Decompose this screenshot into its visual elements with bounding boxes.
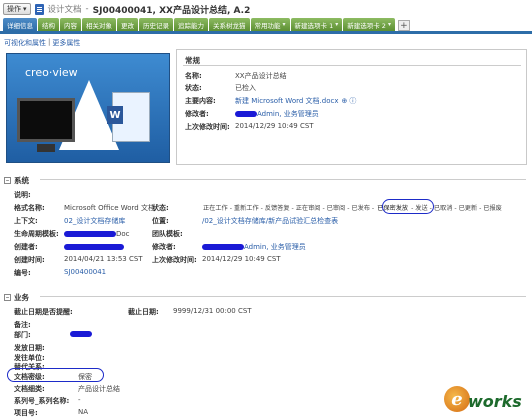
chevron-down-icon: ▾ xyxy=(23,5,27,13)
creo-view-logo: creo·view xyxy=(25,66,78,79)
collapse-icon[interactable]: – xyxy=(4,177,11,184)
business-title: 业务 xyxy=(14,293,29,302)
state-label: 状态: xyxy=(152,204,169,212)
system-modifier-value[interactable]: Admin, 业务管理员 xyxy=(244,242,306,252)
created-label: 创建时间: xyxy=(14,256,45,264)
format-value: Microsoft Office Word 文档 xyxy=(64,204,155,212)
lifecycle-value: Doc xyxy=(116,230,130,238)
name-value: XX产品设计总结 xyxy=(235,72,287,80)
system-last-modified-value: 2014/12/29 10:49 CST xyxy=(202,255,281,263)
word-document-icon xyxy=(34,3,44,15)
last-modified-label: 上次修改时间: xyxy=(185,123,230,131)
business-section-header[interactable]: – 业务 xyxy=(4,292,29,303)
deadline-label: 截止日期: xyxy=(128,308,159,316)
last-modified-value: 2014/12/29 10:49 CST xyxy=(235,122,314,130)
context-label: 上下文: xyxy=(14,217,38,225)
monitor-graphic xyxy=(17,98,75,142)
number-label: 编号: xyxy=(14,269,31,277)
context-link[interactable]: 02_设计文档存储库 xyxy=(64,216,125,226)
visualization-attributes-link[interactable]: 可视化和属性 xyxy=(4,38,46,48)
divider xyxy=(40,179,526,180)
number-value: SJ00400041 xyxy=(64,268,107,276)
modifier-label: 修改者: xyxy=(185,110,209,118)
modifier-value[interactable]: Admin, 业务管理员 xyxy=(257,109,319,119)
tab-new-2[interactable]: 新建选项卡 2 ▾ xyxy=(343,18,395,31)
highlight-oval xyxy=(7,368,104,382)
project-value: NA xyxy=(78,408,89,416)
object-type: 设计文档 xyxy=(47,5,82,15)
e-works-watermark: e works xyxy=(444,386,528,416)
watermark-text: works xyxy=(468,392,522,411)
chevron-down-icon: ▾ xyxy=(282,21,286,28)
tab-related-objects[interactable]: 相关对象 xyxy=(82,18,116,31)
more-attributes-link[interactable]: 更多属性 xyxy=(52,38,80,48)
word-badge-icon: W xyxy=(107,106,123,124)
divider xyxy=(40,296,526,297)
status-label: 状态: xyxy=(185,84,202,92)
creo-view-thumbnail[interactable]: creo·view W xyxy=(6,53,170,163)
system-section-header[interactable]: – 系统 xyxy=(4,175,29,186)
actions-label: 操作 xyxy=(7,5,21,13)
team-template-label: 团队模板: xyxy=(152,230,183,238)
status-value: 已检入 xyxy=(235,84,256,92)
tab-traceability[interactable]: 追踪能力 xyxy=(174,18,208,31)
tab-common-functions[interactable]: 常用功能 ▾ xyxy=(250,18,290,31)
created-value: 2014/04/21 13:53 CST xyxy=(64,255,143,263)
page-title: SJ00400041, XX产品设计总结, A.2 xyxy=(92,5,251,16)
location-link[interactable]: /02_设计文档存储库/新产品试验汇总检查表 xyxy=(202,216,338,226)
highlight-oval xyxy=(382,199,434,214)
tab-bar: 详细信息 结构 内容 相关对象 更改 历史记录 追踪能力 关系树龙猫 常用功能 ▾… xyxy=(0,18,532,34)
tab-new-1[interactable]: 新建选项卡 1 ▾ xyxy=(290,18,343,31)
redaction-mark xyxy=(64,244,124,250)
lifecycle-label: 生命周期模板: xyxy=(14,230,59,238)
link-separator: | xyxy=(48,38,51,46)
remark-label: 备注: xyxy=(14,321,31,329)
download-icon[interactable]: ⊕ xyxy=(341,97,347,105)
redaction-mark xyxy=(235,111,257,117)
creator-label: 创建者: xyxy=(14,243,38,251)
chevron-down-icon: ▾ xyxy=(387,21,391,28)
issue-date-label: 发放日期: xyxy=(14,344,45,352)
tab-structure[interactable]: 结构 xyxy=(38,18,59,31)
watermark-e: e xyxy=(444,386,470,412)
redaction-mark xyxy=(70,331,92,337)
collapse-icon[interactable]: – xyxy=(4,294,11,301)
tab-history[interactable]: 历史记录 xyxy=(139,18,173,31)
primary-content-label: 主要内容: xyxy=(185,97,216,105)
name-label: 名称: xyxy=(185,72,202,80)
deadline-reminder-label: 截止日期是否提醒: xyxy=(14,308,73,316)
doc-category-value: 产品设计总结 xyxy=(78,385,120,393)
monitor-stand xyxy=(37,144,55,152)
doc-category-label: 文档细类: xyxy=(14,385,45,393)
description-label: 说明: xyxy=(14,191,31,199)
title-bar: 操作 ▾ 设计文档 - SJ00400041, XX产品设计总结, A.2 xyxy=(0,0,532,18)
chevron-down-icon: ▾ xyxy=(335,21,339,28)
divider xyxy=(183,65,521,66)
actions-menu-button[interactable]: 操作 ▾ xyxy=(3,3,31,15)
primary-content-link[interactable]: 新建 Microsoft Word 文档.docx xyxy=(235,96,338,106)
tab-changes[interactable]: 更改 xyxy=(117,18,138,31)
tab-content[interactable]: 内容 xyxy=(60,18,81,31)
system-modifier-label: 修改者: xyxy=(152,243,176,251)
location-label: 位置: xyxy=(152,217,169,225)
state-flow-before: 正在工作 - 重新工作 - 反馈答复 - 正在审阅 - 已审阅 - 已发布 - xyxy=(203,205,375,212)
series-value: - xyxy=(78,396,81,404)
general-panel: 常规 名称: XX产品设计总结 状态: 已检入 主要内容: 新建 Microso… xyxy=(176,49,527,165)
view-links: 可视化和属性 | 更多属性 xyxy=(4,38,80,48)
format-label: 格式名称: xyxy=(14,204,45,212)
title-separator: - xyxy=(85,4,89,14)
add-tab-button[interactable]: + xyxy=(397,20,410,31)
tab-relation-tree[interactable]: 关系树龙猫 xyxy=(209,18,250,31)
project-label: 项目号: xyxy=(14,409,38,417)
redaction-mark xyxy=(64,231,116,237)
deadline-value: 9999/12/31 00:00 CST xyxy=(173,307,252,315)
redaction-mark xyxy=(202,244,244,250)
series-label: 系列号_系列名称: xyxy=(14,397,70,405)
tab-details[interactable]: 详细信息 xyxy=(3,18,37,31)
info-icon[interactable]: ⓘ xyxy=(349,96,356,106)
department-label: 部门: xyxy=(14,331,31,339)
system-last-modified-label: 上次修改时间: xyxy=(152,256,197,264)
system-title: 系统 xyxy=(14,176,29,185)
